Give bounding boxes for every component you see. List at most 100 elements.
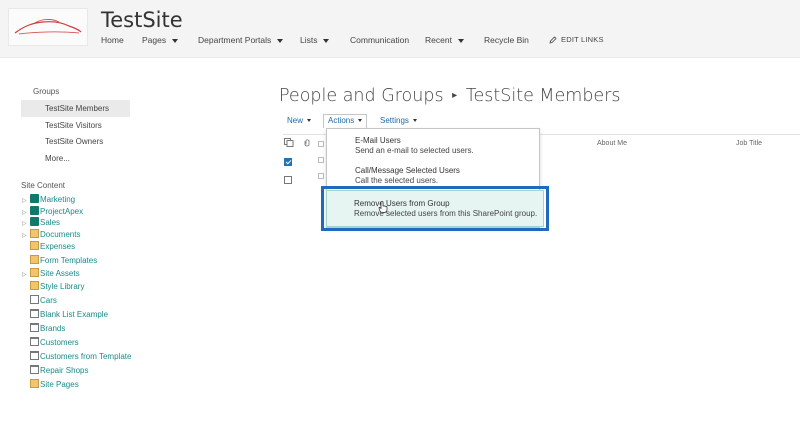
edit-links-label: EDIT LINKS — [561, 35, 604, 44]
sidebar-item-expenses[interactable]: Expenses — [22, 241, 75, 253]
sidebar-item-label: Brands — [40, 324, 66, 333]
row-type-icon — [318, 157, 324, 163]
chevron-down-icon[interactable] — [323, 38, 330, 43]
expand-arrow-icon[interactable]: ▷ — [22, 269, 30, 281]
select-all-icon[interactable] — [284, 138, 294, 147]
picture-library-icon — [30, 295, 39, 304]
car-logo-icon — [14, 19, 82, 35]
suite-header: TestSite Home Pages Department Portals L… — [0, 0, 800, 58]
settings-menu-button[interactable]: Settings — [380, 116, 417, 125]
actions-menu-label: Actions — [328, 116, 355, 125]
sidebar-item-customers-from-template[interactable]: Customers from Template — [22, 351, 131, 363]
chevron-down-icon — [358, 119, 363, 123]
new-menu-button[interactable]: New — [287, 116, 312, 125]
sidebar-item-label: Cars — [40, 296, 57, 305]
sidebar-item-repair-shops[interactable]: Repair Shops — [22, 365, 88, 377]
sidebar-item-testsite-visitors[interactable]: TestSite Visitors — [21, 117, 130, 134]
sidebar-item-label: TestSite Visitors — [45, 121, 102, 130]
site-content-heading: Site Content — [21, 181, 66, 190]
actions-menu-button[interactable]: Actions — [323, 114, 368, 128]
sidebar-item-more[interactable]: More... — [21, 150, 130, 167]
nav-item-lists[interactable]: Lists — [300, 35, 330, 45]
chevron-down-icon[interactable] — [172, 38, 179, 43]
nav-item-home[interactable]: Home — [101, 35, 124, 45]
nav-item-department-portals[interactable]: Department Portals — [198, 35, 284, 45]
chevron-down-icon[interactable] — [457, 38, 464, 43]
sidebar-item-form-templates[interactable]: Form Templates — [22, 255, 97, 267]
menu-item-title: E-Mail Users — [355, 136, 401, 145]
page-title: People and Groups ▸ TestSite Members — [279, 86, 621, 106]
row-checkbox-checked[interactable] — [284, 158, 292, 166]
sidebar-item-testsite-members[interactable]: TestSite Members — [21, 100, 130, 117]
sidebar-item-blank-list-example[interactable]: Blank List Example — [22, 309, 108, 321]
sidebar-item-label: Form Templates — [40, 256, 98, 265]
sidebar-item-marketing[interactable]: ▷ Marketing — [22, 194, 75, 206]
nav-item-label: Department Portals — [198, 35, 272, 45]
sidebar-item-site-pages[interactable]: Site Pages — [22, 379, 79, 391]
type-column-icon — [318, 141, 324, 147]
new-menu-label: New — [287, 116, 304, 125]
sidebar-item-label: Style Library — [40, 282, 85, 291]
nav-item-label: Home — [101, 35, 124, 45]
nav-item-recent[interactable]: Recent — [425, 35, 464, 45]
nav-item-label: Pages — [142, 35, 167, 45]
nav-item-label: Recycle Bin — [484, 35, 529, 45]
sidebar-item-label: TestSite Members — [45, 104, 110, 113]
sidebar-item-sales[interactable]: ▷ Sales — [22, 217, 60, 229]
sidebar-item-label: Repair Shops — [40, 366, 89, 375]
sidebar-item-label: Site Assets — [40, 269, 80, 278]
settings-menu-label: Settings — [380, 116, 409, 125]
nav-item-recycle-bin[interactable]: Recycle Bin — [484, 35, 529, 45]
document-library-icon — [30, 268, 39, 277]
subsite-icon — [30, 206, 39, 215]
breadcrumb-current: TestSite Members — [465, 86, 621, 106]
menu-item-call-message-users[interactable]: Call/Message Selected Users Call the sel… — [327, 166, 539, 186]
sidebar-item-site-assets[interactable]: ▷ Site Assets — [22, 268, 80, 280]
sidebar-item-label: Expenses — [40, 242, 76, 251]
menu-item-email-users[interactable]: E-Mail Users Send an e-mail to selected … — [327, 136, 539, 156]
chevron-down-icon — [307, 119, 312, 123]
sidebar-item-style-library[interactable]: Style Library — [22, 281, 84, 293]
sidebar-item-customers[interactable]: Customers — [22, 337, 79, 349]
column-header-about-me[interactable]: About Me — [597, 140, 627, 147]
list-icon — [30, 337, 39, 346]
site-logo[interactable] — [8, 8, 88, 46]
sidebar-item-label: Marketing — [40, 195, 76, 204]
document-library-icon — [30, 379, 39, 388]
row-checkbox[interactable] — [284, 176, 292, 184]
row-type-icon — [318, 173, 324, 179]
nav-item-pages[interactable]: Pages — [142, 35, 179, 45]
menu-item-description: Call the selected users. — [355, 176, 439, 185]
subsite-icon — [30, 217, 39, 226]
column-header-job-title[interactable]: Job Title — [736, 140, 762, 147]
hand-cursor-icon — [378, 201, 388, 213]
breadcrumb-separator-icon: ▸ — [452, 90, 458, 101]
edit-links-button[interactable]: EDIT LINKS — [549, 35, 604, 44]
sidebar-item-testsite-owners[interactable]: TestSite Owners — [21, 133, 130, 150]
pencil-icon — [549, 36, 557, 44]
sidebar-item-label: Blank List Example — [40, 310, 109, 319]
nav-item-label: Lists — [300, 35, 318, 45]
site-title[interactable]: TestSite — [101, 8, 183, 32]
sidebar-item-brands[interactable]: Brands — [22, 323, 65, 335]
subsite-icon — [30, 194, 39, 203]
list-icon — [30, 323, 39, 332]
annotation-highlight-box — [321, 186, 549, 231]
menu-item-title: Call/Message Selected Users — [355, 166, 460, 175]
breadcrumb-parent[interactable]: People and Groups — [279, 86, 444, 106]
sidebar-item-label: Customers from Template — [40, 352, 132, 361]
attachment-icon — [304, 139, 310, 147]
document-library-icon — [30, 255, 39, 264]
sidebar-item-label: Customers — [40, 338, 79, 347]
menu-item-description: Send an e-mail to selected users. — [355, 146, 474, 155]
chevron-down-icon[interactable] — [277, 38, 284, 43]
list-icon — [30, 309, 39, 318]
nav-item-communication[interactable]: Communication — [350, 35, 409, 45]
nav-item-label: Communication — [350, 35, 410, 45]
sidebar-item-documents[interactable]: ▷ Documents — [22, 229, 80, 241]
sidebar-item-label: Sales — [40, 218, 61, 227]
sidebar-item-label: Site Pages — [40, 380, 79, 389]
sidebar-item-label: Documents — [40, 230, 81, 239]
sidebar-item-cars[interactable]: Cars — [22, 295, 57, 307]
document-library-icon — [30, 241, 39, 250]
